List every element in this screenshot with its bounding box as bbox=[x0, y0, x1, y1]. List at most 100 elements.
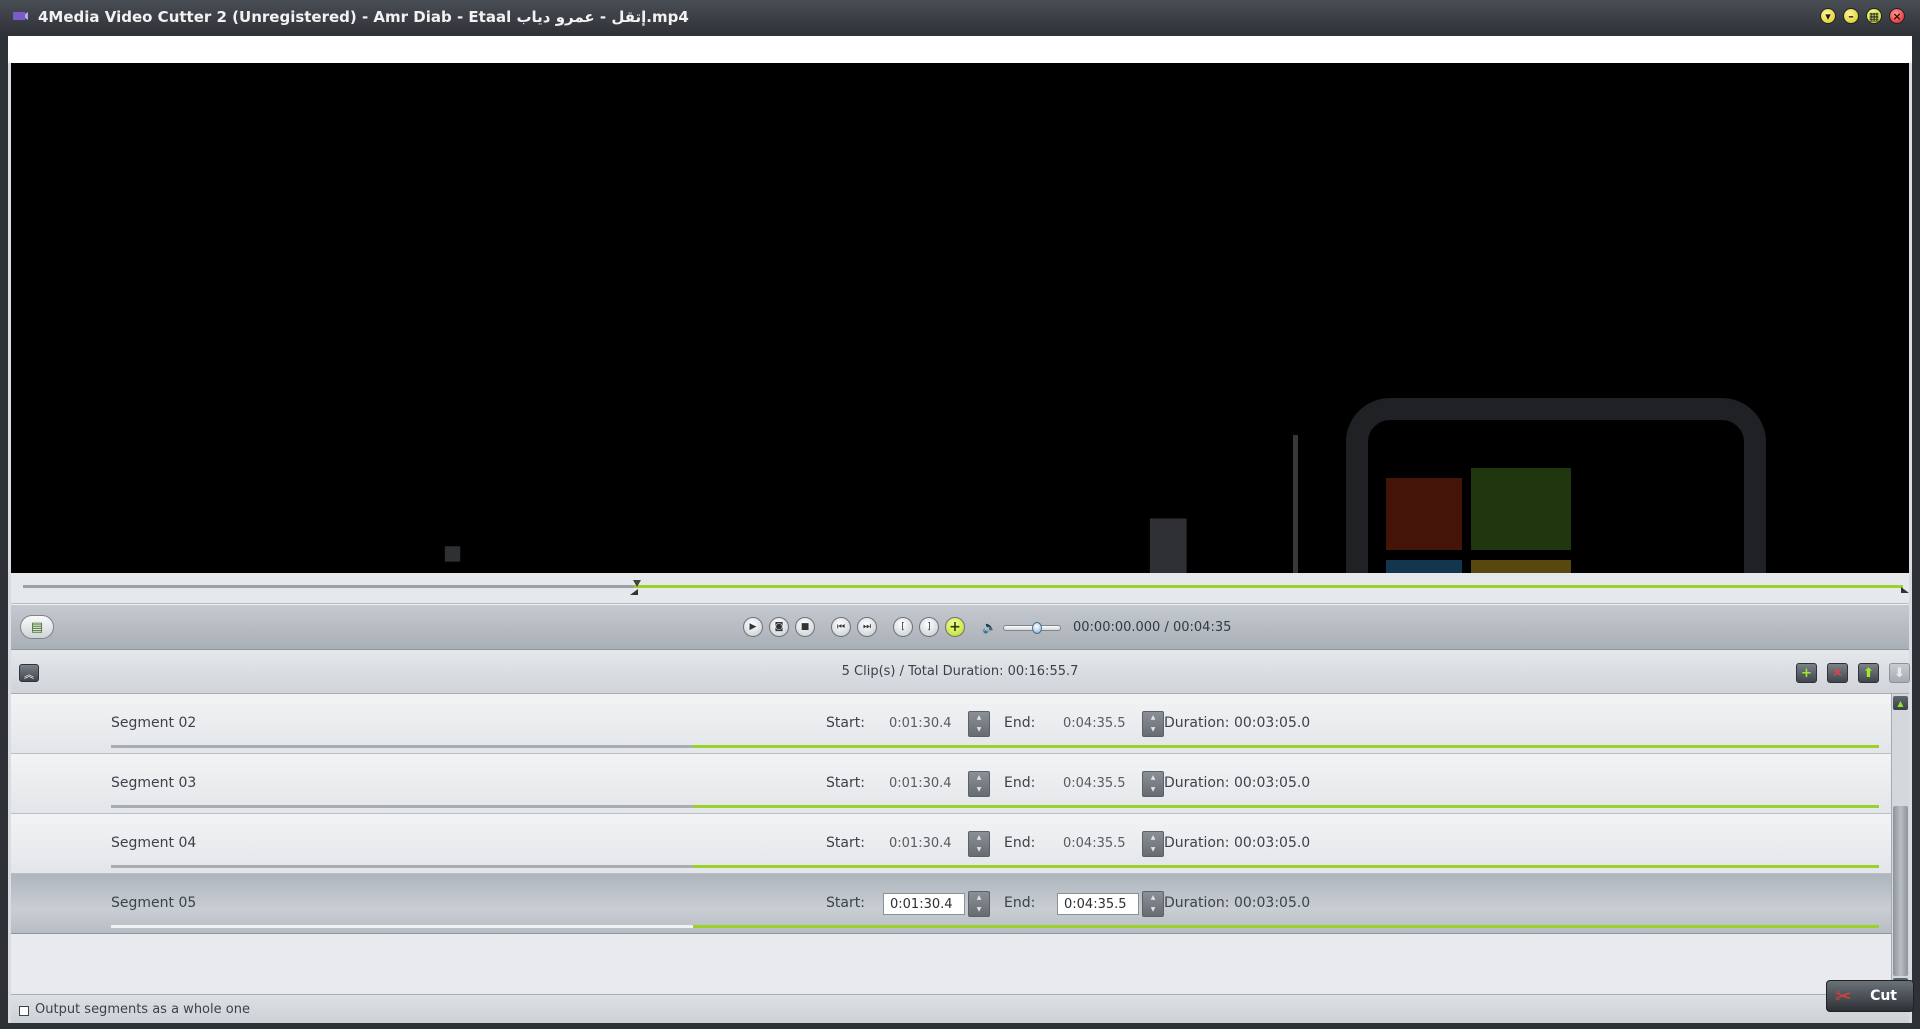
watermark-pane-yellow bbox=[1471, 560, 1571, 573]
triangle-up-icon: ▲ bbox=[1150, 714, 1156, 721]
close-icon: × bbox=[1892, 9, 1902, 23]
timecode-readout: 00:00:00.000 / 00:04:35 bbox=[1073, 620, 1232, 635]
segment-name: Segment 04 bbox=[111, 835, 197, 851]
segment-list: Segment 02 Start: 0:01:30.4 ▲ ▼ End: 0:04:35.5… bbox=[11, 694, 1891, 994]
play-button[interactable]: ▶ bbox=[743, 617, 763, 637]
volume-slider[interactable] bbox=[1003, 622, 1061, 634]
start-time-stepper[interactable]: ▲ ▼ bbox=[968, 891, 990, 917]
clip-summary: 5 Clip(s) / Total Duration: 00:16:55.7 bbox=[841, 664, 1079, 679]
folder-icon: ▤ bbox=[30, 619, 44, 635]
start-label: Start: bbox=[826, 835, 865, 851]
playhead-handle[interactable] bbox=[633, 580, 641, 587]
play-icon: ▶ bbox=[749, 621, 757, 632]
triangle-down-icon: ▼ bbox=[1150, 906, 1156, 913]
set-end-button[interactable]: ] bbox=[919, 617, 939, 637]
start-label: Start: bbox=[826, 775, 865, 791]
triangle-down-icon: ▼ bbox=[976, 726, 982, 733]
triangle-up-icon: ▲ bbox=[1897, 698, 1904, 708]
segment-list-scrollbar[interactable]: ▲ ▼ bbox=[1891, 694, 1909, 994]
close-button[interactable]: × bbox=[1889, 8, 1905, 24]
plus-icon: + bbox=[1801, 665, 1812, 681]
skip-back-icon: ⏮ bbox=[836, 621, 846, 632]
start-marker-handle[interactable] bbox=[630, 589, 638, 595]
add-segment-button[interactable]: + bbox=[945, 617, 965, 637]
start-time-stepper[interactable]: ▲ ▼ bbox=[968, 831, 990, 857]
end-time-stepper[interactable]: ▲ ▼ bbox=[1142, 891, 1164, 917]
start-time-field[interactable]: 0:01:30.4 bbox=[883, 773, 965, 795]
segment-range-selection bbox=[693, 805, 1879, 808]
end-time-field[interactable]: 0:04:35.5 bbox=[1057, 713, 1139, 735]
title-bar[interactable]: 4Media Video Cutter 2 (Unregistered) - A… bbox=[0, 0, 1920, 34]
segment-range-bar bbox=[111, 865, 1879, 868]
triangle-down-icon: ▼ bbox=[1150, 846, 1156, 853]
start-time-stepper[interactable]: ▲ ▼ bbox=[968, 771, 990, 797]
end-time-stepper[interactable]: ▲ ▼ bbox=[1142, 831, 1164, 857]
end-label: End: bbox=[1004, 895, 1036, 911]
add-clip-button[interactable]: + bbox=[1796, 663, 1817, 683]
arrow-up-icon: ⬆ bbox=[1863, 665, 1874, 681]
move-up-button[interactable]: ⬆ bbox=[1858, 663, 1879, 683]
start-time-field[interactable]: 0:01:30.4 bbox=[883, 833, 965, 855]
snapshot-button[interactable]: ◙ bbox=[769, 617, 789, 637]
player-controls: ▤ ▶ ◙ ■ ⏮ ⏭ [ ] + 🔈 00:00:00.000 / 00:04… bbox=[11, 604, 1909, 650]
segment-name: Segment 03 bbox=[111, 775, 197, 791]
segment-row[interactable]: Segment 03 Start: 0:01:30.4 ▲ ▼ End: 0:04:35.5… bbox=[11, 754, 1891, 814]
maximize-button[interactable]: ▦ bbox=[1866, 8, 1882, 24]
timeline-track[interactable] bbox=[23, 585, 1903, 588]
segment-range-selection bbox=[693, 745, 1879, 748]
triangle-up-icon: ▲ bbox=[1150, 774, 1156, 781]
scroll-up-button[interactable]: ▲ bbox=[1893, 696, 1908, 710]
arrow-down-icon: ⬇ bbox=[1894, 665, 1905, 681]
segment-duration: Duration: 00:03:05.0 bbox=[1164, 835, 1311, 851]
segment-range-bar bbox=[111, 925, 1879, 928]
set-start-button[interactable]: [ bbox=[893, 617, 913, 637]
output-whole-checkbox[interactable] bbox=[19, 1006, 29, 1016]
triangle-up-icon: ▲ bbox=[976, 774, 982, 781]
previous-frame-button[interactable]: ⏮ bbox=[831, 617, 851, 637]
segment-range-selection bbox=[693, 865, 1879, 868]
triangle-up-icon: ▲ bbox=[976, 894, 982, 901]
speaker-icon[interactable]: 🔈 bbox=[982, 620, 997, 634]
volume-slider-knob[interactable] bbox=[1031, 622, 1042, 634]
start-label: Start: bbox=[826, 895, 865, 911]
bracket-left-icon: [ bbox=[901, 621, 905, 632]
triangle-up-icon: ▲ bbox=[976, 834, 982, 841]
bracket-right-icon: ] bbox=[927, 621, 931, 632]
move-down-button[interactable]: ⬇ bbox=[1889, 663, 1910, 683]
end-time-stepper[interactable]: ▲ ▼ bbox=[1142, 771, 1164, 797]
segment-row[interactable]: Segment 05 Start: 0:01:30.4 ▲ ▼ End: 0:04:35.5… bbox=[11, 874, 1891, 934]
timeline-bar[interactable] bbox=[11, 573, 1909, 604]
delete-clip-button[interactable]: ✕ bbox=[1827, 663, 1848, 683]
end-time-field[interactable]: 0:04:35.5 bbox=[1057, 893, 1139, 915]
video-preview[interactable]: ترايد سوفت bbox=[11, 63, 1909, 573]
open-file-button[interactable]: ▤ bbox=[20, 615, 54, 639]
cut-button[interactable]: ✂ Cut bbox=[1826, 980, 1914, 1012]
segment-row[interactable]: Segment 02 Start: 0:01:30.4 ▲ ▼ End: 0:04:35.5… bbox=[11, 694, 1891, 754]
start-time-field[interactable]: 0:01:30.4 bbox=[883, 713, 965, 735]
end-time-stepper[interactable]: ▲ ▼ bbox=[1142, 711, 1164, 737]
triangle-up-icon: ▲ bbox=[1150, 834, 1156, 841]
segment-row[interactable]: Segment 04 Start: 0:01:30.4 ▲ ▼ End: 0:04:35.5… bbox=[11, 814, 1891, 874]
end-marker-handle[interactable] bbox=[1901, 587, 1909, 593]
next-frame-button[interactable]: ⏭ bbox=[857, 617, 877, 637]
scrollbar-thumb[interactable] bbox=[1893, 806, 1908, 976]
end-time-field[interactable]: 0:04:35.5 bbox=[1057, 833, 1139, 855]
start-time-field[interactable]: 0:01:30.4 bbox=[883, 893, 965, 915]
stop-button[interactable]: ■ bbox=[795, 617, 815, 637]
camera-icon: ◙ bbox=[774, 621, 784, 632]
app-logo-icon bbox=[13, 12, 28, 20]
minimize-button[interactable]: – bbox=[1843, 8, 1859, 24]
watermark-text: ترايد سوفت bbox=[161, 483, 1414, 573]
segment-duration: Duration: 00:03:05.0 bbox=[1164, 775, 1311, 791]
output-whole-label[interactable]: Output segments as a whole one bbox=[35, 1002, 250, 1017]
segment-range-selection bbox=[693, 925, 1879, 928]
minus-icon: – bbox=[1848, 9, 1854, 23]
triangle-up-icon: ▲ bbox=[1150, 894, 1156, 901]
end-time-field[interactable]: 0:04:35.5 bbox=[1057, 773, 1139, 795]
close-icon: ✕ bbox=[1832, 665, 1843, 681]
client-area: ترايد سوفت ▤ ▶ ◙ ■ ⏮ ⏭ [ ] + 🔈 bbox=[8, 36, 1914, 1023]
watermark-pane-red bbox=[1386, 478, 1462, 550]
start-time-stepper[interactable]: ▲ ▼ bbox=[968, 711, 990, 737]
grid-icon: ▦ bbox=[1868, 9, 1880, 23]
help-button[interactable]: ▾ bbox=[1820, 8, 1836, 24]
